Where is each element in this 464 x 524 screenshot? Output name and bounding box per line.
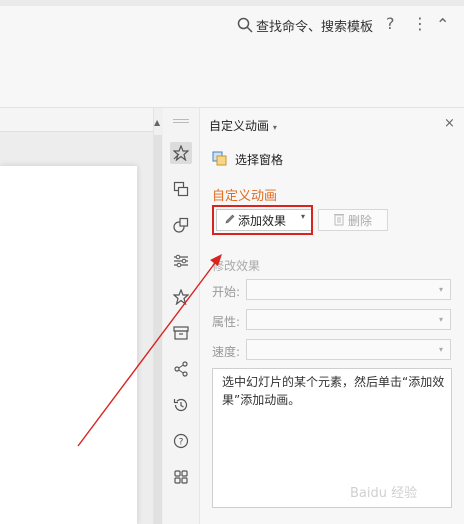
side-tool-strip (163, 108, 200, 524)
slide-canvas[interactable] (0, 166, 137, 524)
close-icon[interactable]: × (444, 116, 455, 131)
svg-text:?: ? (179, 438, 184, 448)
search-commands-input[interactable]: 查找命令、搜索模板 (256, 16, 373, 35)
watermark: Baidu 经验 (350, 486, 418, 501)
apps-grid-icon[interactable] (170, 466, 192, 488)
collapse-ribbon-icon[interactable]: ⌃ (436, 15, 449, 34)
ruler-strip (0, 108, 153, 132)
chevron-down-icon: ▾ (439, 285, 444, 294)
property-label: 属性: (212, 315, 241, 329)
archive-icon[interactable] (170, 322, 192, 344)
chevron-down-icon: ▾ (439, 315, 444, 324)
search-icon[interactable] (237, 17, 253, 33)
start-select[interactable] (246, 279, 451, 300)
help-circle-icon[interactable]: ? (170, 430, 192, 452)
trash-icon (334, 214, 344, 226)
speed-label: 速度: (212, 345, 241, 359)
chevron-down-icon[interactable]: ▾ (301, 212, 305, 221)
shapes-icon[interactable] (170, 214, 192, 236)
chevron-down-icon: ▾ (439, 345, 444, 354)
more-options-icon[interactable]: ⋮ (412, 14, 428, 33)
selection-pane-button[interactable]: 选择窗格 (235, 151, 283, 168)
add-effect-label: 添加效果 (238, 214, 287, 228)
selection-pane-icon[interactable] (212, 150, 228, 166)
property-select[interactable] (246, 309, 451, 330)
drag-handle-icon[interactable] (173, 119, 189, 123)
hint-text: 选中幻灯片的某个元素，然后单击“添加效果”添加动画。 (222, 375, 445, 407)
share-icon[interactable] (170, 358, 192, 380)
animation-icon[interactable] (170, 142, 192, 164)
switch-icon[interactable] (170, 178, 192, 200)
history-icon[interactable] (170, 394, 192, 416)
start-label: 开始: (212, 285, 241, 299)
pencil-icon (225, 214, 235, 224)
chevron-down-icon: ▾ (272, 123, 277, 132)
pane-title-dropdown[interactable]: 自定义动画 ▾ (209, 117, 277, 134)
delete-label: 删除 (348, 214, 373, 228)
section-title: 自定义动画 (212, 189, 278, 204)
scroll-up-arrow-icon[interactable]: ▲ (154, 118, 160, 127)
settings-sliders-icon[interactable] (170, 250, 192, 272)
title-bar-edge (0, 0, 464, 6)
modify-effect-title: 修改效果 (212, 259, 261, 273)
pane-title: 自定义动画 (209, 119, 270, 133)
scrollbar-thumb[interactable] (154, 135, 162, 524)
help-icon[interactable]: ? (386, 14, 395, 33)
speed-select[interactable] (246, 339, 451, 360)
star-icon[interactable] (170, 286, 192, 308)
